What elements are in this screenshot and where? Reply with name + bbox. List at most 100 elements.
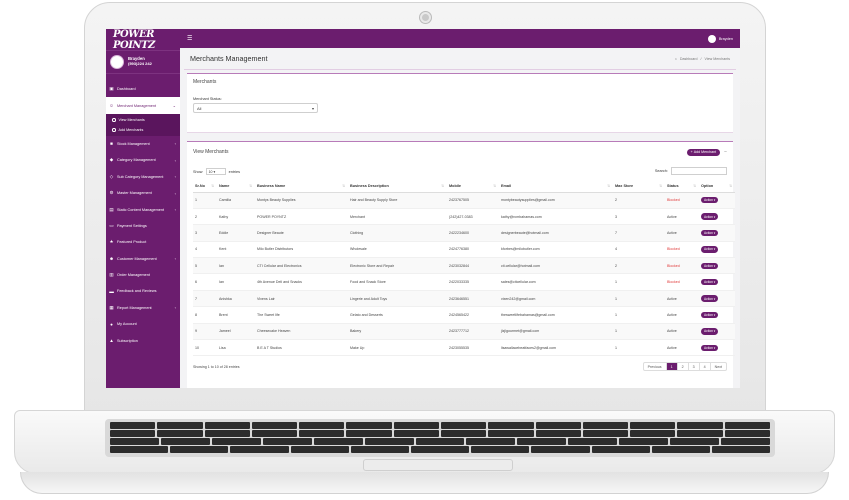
chevron-down-icon: ▾ <box>712 280 716 285</box>
sidebar-item-dashboard[interactable]: ▣ Dashboard <box>106 81 180 97</box>
box-icon: ■ <box>110 141 113 147</box>
table-info: Showing 1 to 10 of 28 entries <box>193 364 240 369</box>
entries-select[interactable]: 10 ▾ <box>205 167 226 175</box>
sidebar-item-payment-settings[interactable]: ▭ Payment Settings <box>106 218 180 234</box>
sidebar-item-static-content-management[interactable]: ▤ Static Content Management ‹ <box>106 201 180 217</box>
column-header[interactable]: Mobile ⇅ <box>447 180 499 193</box>
keyboard-key <box>230 446 289 453</box>
column-header[interactable]: Business Description ⇅ <box>348 180 447 193</box>
column-header[interactable]: Email ⇅ <box>499 180 613 193</box>
action-button[interactable]: Action ▾ <box>701 229 719 237</box>
sidebar-subitem-view-merchants[interactable]: View Merchants <box>106 115 180 125</box>
status-badge: Blocked <box>667 263 680 268</box>
sidebar-item-label: Subscription <box>117 338 138 343</box>
table-cell: lisawallacebeatfaces2@gmail.com <box>499 339 613 357</box>
sidebar-item-merchant-management[interactable]: ☺ Merchant Management ⌄ <box>106 97 180 114</box>
table-cell: Designer Beaute <box>255 224 348 242</box>
sidebar-item-master-management[interactable]: ⚙ Master Management ‹ <box>106 185 180 201</box>
action-button[interactable]: Action ▾ <box>701 246 719 253</box>
sidebar-item-stock-management[interactable]: ■ Stock Management ‹ <box>106 136 180 152</box>
sidebar-item-category-management[interactable]: ◆ Category Management ‹ <box>106 152 180 168</box>
sidebar-item-report-management[interactable]: ▦ Report Management ‹ <box>106 300 180 316</box>
page-link[interactable]: 1 <box>666 363 678 371</box>
plus-icon: + <box>690 150 693 154</box>
column-header[interactable]: Option ⇅ <box>699 180 735 193</box>
action-button[interactable]: Action ▾ <box>701 311 719 319</box>
action-button[interactable]: Action ▾ <box>701 197 719 204</box>
table-cell: 2 <box>613 257 665 275</box>
table-cell: 2 <box>613 192 665 209</box>
avatar[interactable] <box>110 55 124 69</box>
sidebar-item-sub-category-management[interactable]: ◇ Sub Category Management ‹ <box>106 169 180 185</box>
action-button[interactable]: Action ▾ <box>701 278 719 286</box>
action-button[interactable]: Action ▾ <box>701 344 719 351</box>
page-link[interactable]: 3 <box>689 363 700 371</box>
keyboard-key <box>364 438 414 445</box>
breadcrumb-dashboard[interactable]: Dashboard <box>680 57 698 61</box>
chevron-left-icon: ‹ <box>174 305 176 311</box>
keyboard-key <box>251 430 298 437</box>
sidebar-item-label: Merchant Management <box>117 103 157 108</box>
page-link[interactable]: 4 <box>700 363 711 371</box>
chevron-down-icon: ▾ <box>712 214 716 219</box>
table-cell: 2424776380 <box>447 241 499 259</box>
keyboard-key <box>724 422 770 429</box>
hamburger-icon[interactable]: ☰ <box>187 35 192 42</box>
table-row: 4 Kent Milo Butler Distributors Wholesale 24… <box>193 241 735 259</box>
column-header[interactable]: Status ⇅ <box>665 180 699 193</box>
sidebar-item-label: Master Management <box>117 191 152 196</box>
sidebar-item-my-account[interactable]: ● My Account <box>106 316 180 332</box>
action-button[interactable]: Action ▾ <box>701 213 719 220</box>
camera-icon <box>420 12 431 23</box>
page-link[interactable]: Previous <box>644 363 667 371</box>
table-row: 3 Eddie Designer Beaute Clothing 2422234600 d… <box>193 224 735 242</box>
collapse-icon[interactable]: − <box>724 149 727 155</box>
sidebar-item-order-management[interactable]: ▥ Order Management <box>106 267 180 283</box>
page-link[interactable]: Next <box>711 363 726 370</box>
sidebar-subitem-label: View Merchants <box>118 117 145 122</box>
sidebar-subitem-label: Add Merchants <box>118 127 144 132</box>
column-header[interactable]: Business Name ⇅ <box>255 180 348 193</box>
table-cell: 2424565422 <box>447 306 499 324</box>
sidebar-item-feedback-and-reviews[interactable]: ▬ Feedback and Reviews <box>106 283 180 299</box>
table-cell: 1 <box>613 273 665 291</box>
table-row: 10 Lisa B E A T Studios Make Up 2423055535 li… <box>193 339 735 357</box>
sidebar-item-customer-management[interactable]: ☻ Customer Management ‹ <box>106 251 180 267</box>
table-cell: 2423777712 <box>447 323 499 341</box>
table-cell: Brent <box>217 306 255 324</box>
page-link[interactable]: 2 <box>678 363 689 371</box>
column-header[interactable]: Max Store ⇅ <box>613 180 665 193</box>
status-select-value: All <box>197 105 202 111</box>
keyboard-key <box>582 430 629 437</box>
sidebar-item-label: Category Management <box>117 158 156 163</box>
keyboard-key <box>535 430 581 437</box>
bell-icon: ▲ <box>109 338 114 344</box>
action-button[interactable]: Action ▾ <box>701 328 719 335</box>
action-button[interactable]: Action ▾ <box>701 262 719 269</box>
main-content: Merchants Management ⌂ Dashboard / View … <box>180 48 740 388</box>
search-input[interactable] <box>671 167 727 175</box>
table-cell: Bakery <box>348 323 447 341</box>
keyboard-key <box>299 422 345 429</box>
top-user-menu[interactable]: Brayden <box>707 34 733 43</box>
add-merchant-button[interactable]: + Add Merchant <box>686 148 721 156</box>
keyboard-key <box>393 430 439 437</box>
column-header[interactable]: Sr.No ⇅ <box>193 180 217 193</box>
column-header[interactable]: Name ⇅ <box>217 180 255 193</box>
status-badge: Blocked <box>667 280 680 285</box>
status-badge: Active <box>667 312 677 317</box>
action-button[interactable]: Action ▾ <box>701 295 719 302</box>
users-icon: ☺ <box>109 103 114 109</box>
logo: POWER POINTZ <box>113 29 155 51</box>
table-cell: POWER POYNTZ <box>255 208 348 226</box>
entries-label: entries <box>228 169 241 174</box>
file-icon: ▤ <box>109 206 114 212</box>
keyboard-key <box>582 422 629 429</box>
table-cell: 1 <box>613 306 665 324</box>
status-badge: Active <box>667 214 677 219</box>
sidebar-item-featured-product[interactable]: ★ Featured Product <box>106 234 180 250</box>
status-select[interactable]: All ▾ <box>193 103 318 113</box>
sidebar-subitem-add-merchants[interactable]: Add Merchants <box>106 125 180 135</box>
sidebar-item-subscription[interactable]: ▲ Subscription <box>106 332 180 348</box>
keyboard-key <box>488 422 534 429</box>
